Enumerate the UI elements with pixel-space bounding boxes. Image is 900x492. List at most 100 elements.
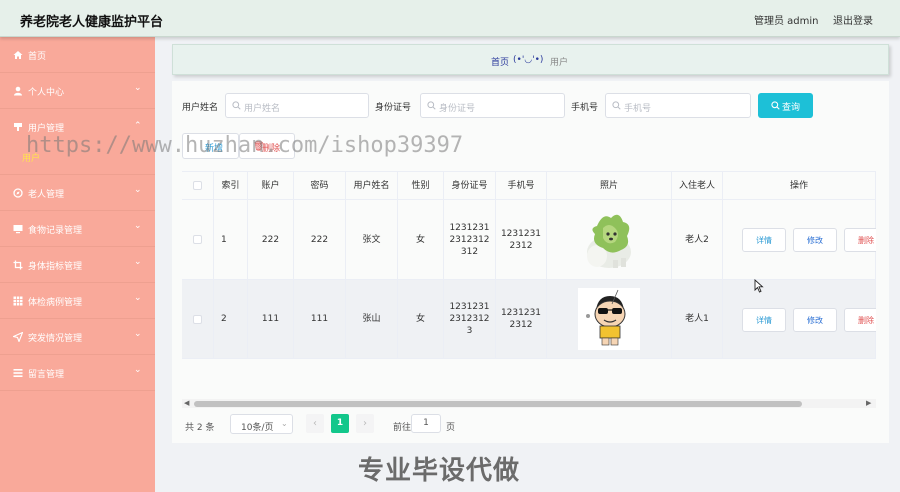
phone-line: 2312 <box>509 240 533 251</box>
scroll-right-icon[interactable]: ▶ <box>866 399 871 407</box>
sidebar-item-elders[interactable]: 老人管理 ⌄ <box>0 175 155 211</box>
select-all-checkbox[interactable] <box>193 181 202 190</box>
sidebar-item-label: 体检病例管理 <box>28 298 83 308</box>
chevron-down-icon: ⌄ <box>134 293 142 303</box>
id-line: 2312312 <box>449 314 490 324</box>
cell-password: 111 <box>294 280 346 359</box>
sidebar-item-food[interactable]: 食物记录管理 ⌄ <box>0 211 155 247</box>
watermark-text: https://www.huzhan.com/ishop39397 <box>26 133 464 158</box>
next-page-button[interactable]: › <box>356 414 374 433</box>
cell-phone: 1231231 2312 <box>496 200 547 280</box>
phone-line: 2312 <box>509 320 533 330</box>
prev-page-button[interactable]: ‹ <box>306 414 324 433</box>
delete-button[interactable]: 删除 <box>844 228 876 252</box>
column-header: 密码 <box>294 172 346 200</box>
edit-label: 修改 <box>807 236 823 245</box>
sidebar-item-home[interactable]: 首页 <box>0 37 155 73</box>
delete-button[interactable]: 删除 <box>844 308 876 332</box>
sidebar-item-body-metrics[interactable]: 身体指标管理 ⌄ <box>0 247 155 283</box>
detail-label: 详情 <box>756 316 772 325</box>
send-icon <box>13 332 23 342</box>
table-row: 2 111 111 张山 女 1231231 2312312 3 1231231… <box>182 280 876 359</box>
name-search-input[interactable]: 用户姓名 <box>225 93 369 118</box>
pin-icon <box>14 123 22 131</box>
edit-button[interactable]: 修改 <box>793 228 837 252</box>
cell-elder: 老人2 <box>672 200 723 280</box>
row-select-cell <box>182 200 214 280</box>
cell-phone: 1231231 2312 <box>496 280 547 359</box>
column-header: 操作 <box>723 172 876 200</box>
pagination: 共 2 条 10条/页 ⌄ ‹ 1 › 前往 1 页 <box>182 414 782 436</box>
search-icon <box>612 101 621 110</box>
page-size-select[interactable]: 10条/页 ⌄ <box>230 414 293 434</box>
sidebar-item-label: 老人管理 <box>28 190 65 200</box>
phone-search-input[interactable]: 手机号 <box>605 93 751 118</box>
breadcrumb-current: 用户 <box>550 58 569 68</box>
phone-line: 1231231 <box>500 308 542 318</box>
edit-button[interactable]: 修改 <box>793 308 837 332</box>
chevron-down-icon: ⌄ <box>281 419 288 428</box>
cell-account: 111 <box>248 280 294 359</box>
main-content: 首页 (•'◡'•) 用户 用户姓名 用户姓名 身份证号 身份证号 手机号 手机… <box>155 37 900 492</box>
id-line: 1231231 <box>449 302 490 312</box>
cabbage-dog-photo <box>587 214 631 268</box>
scrollbar-thumb[interactable] <box>194 401 802 407</box>
grid-icon <box>13 296 23 306</box>
breadcrumb-home[interactable]: 首页 <box>491 55 509 68</box>
cell-name: 张山 <box>346 280 398 359</box>
cell-id-number: 1231231 2312312 312 <box>444 200 496 280</box>
sidebar-item-profile[interactable]: 个人中心 ⌄ <box>0 73 155 109</box>
cell-gender: 女 <box>398 280 444 359</box>
table-row: 1 222 222 张文 女 1231231 2312312 312 12312… <box>182 200 876 280</box>
sidebar-item-messages[interactable]: 留言管理 ⌄ <box>0 355 155 391</box>
column-header: 身份证号 <box>444 172 496 200</box>
id-search-input[interactable]: 身份证号 <box>420 93 565 118</box>
row-select-cell <box>182 280 214 359</box>
logout-link[interactable]: 退出登录 <box>833 12 873 27</box>
user-table: 索引 账户 密码 用户姓名 性别 身份证号 手机号 照片 入住老人 操作 1 2… <box>182 171 876 408</box>
chevron-down-icon: ⌄ <box>134 83 142 93</box>
search-button-label: 查询 <box>782 102 801 112</box>
chevron-down-icon: ⌄ <box>134 257 142 267</box>
scroll-left-icon[interactable]: ◀ <box>184 399 189 407</box>
cartoon-boy-photo <box>578 288 640 350</box>
chevron-down-icon: ⌄ <box>134 185 142 195</box>
sidebar-item-label: 突发情况管理 <box>28 334 83 344</box>
chevron-down-icon: ⌄ <box>134 221 142 231</box>
cell-password: 222 <box>294 200 346 280</box>
home-icon <box>13 51 23 59</box>
breadcrumb: 首页 (•'◡'•) 用户 <box>172 44 889 75</box>
column-header: 索引 <box>214 172 248 200</box>
phone-placeholder: 手机号 <box>624 104 652 114</box>
cell-account: 222 <box>248 200 294 280</box>
column-header: 手机号 <box>496 172 547 200</box>
mouse-cursor-icon <box>754 279 764 293</box>
sidebar-item-emergency[interactable]: 突发情况管理 ⌄ <box>0 319 155 355</box>
detail-button[interactable]: 详情 <box>742 228 786 252</box>
sidebar-item-medical[interactable]: 体检病例管理 ⌄ <box>0 283 155 319</box>
promo-banner: 专业毕设代做 <box>358 456 521 486</box>
cell-photo <box>547 280 672 359</box>
goto-page-input[interactable]: 1 <box>411 414 441 433</box>
id-line: 312 <box>460 246 479 257</box>
row-checkbox[interactable] <box>193 314 202 324</box>
sidebar-item-label: 留言管理 <box>28 370 65 380</box>
name-label: 用户姓名 <box>182 103 219 113</box>
cell-photo <box>547 200 672 280</box>
top-bar: 养老院老人健康监护平台 管理员 admin 退出登录 <box>0 0 900 37</box>
select-all-cell <box>182 172 214 200</box>
compass-icon <box>13 188 23 198</box>
current-user: 管理员 admin <box>754 16 819 27</box>
current-page[interactable]: 1 <box>331 414 349 433</box>
search-icon <box>427 101 436 110</box>
phone-line: 1231231 <box>500 228 542 239</box>
chevron-up-icon: ⌃ <box>134 121 142 131</box>
horizontal-scrollbar[interactable]: ◀ ▶ <box>182 399 876 408</box>
search-icon <box>232 101 241 110</box>
search-icon <box>771 101 780 110</box>
row-checkbox[interactable] <box>193 235 202 244</box>
id-label: 身份证号 <box>375 103 412 113</box>
detail-button[interactable]: 详情 <box>742 308 786 332</box>
delete-label: 删除 <box>858 236 874 245</box>
search-button[interactable]: 查询 <box>758 93 813 118</box>
